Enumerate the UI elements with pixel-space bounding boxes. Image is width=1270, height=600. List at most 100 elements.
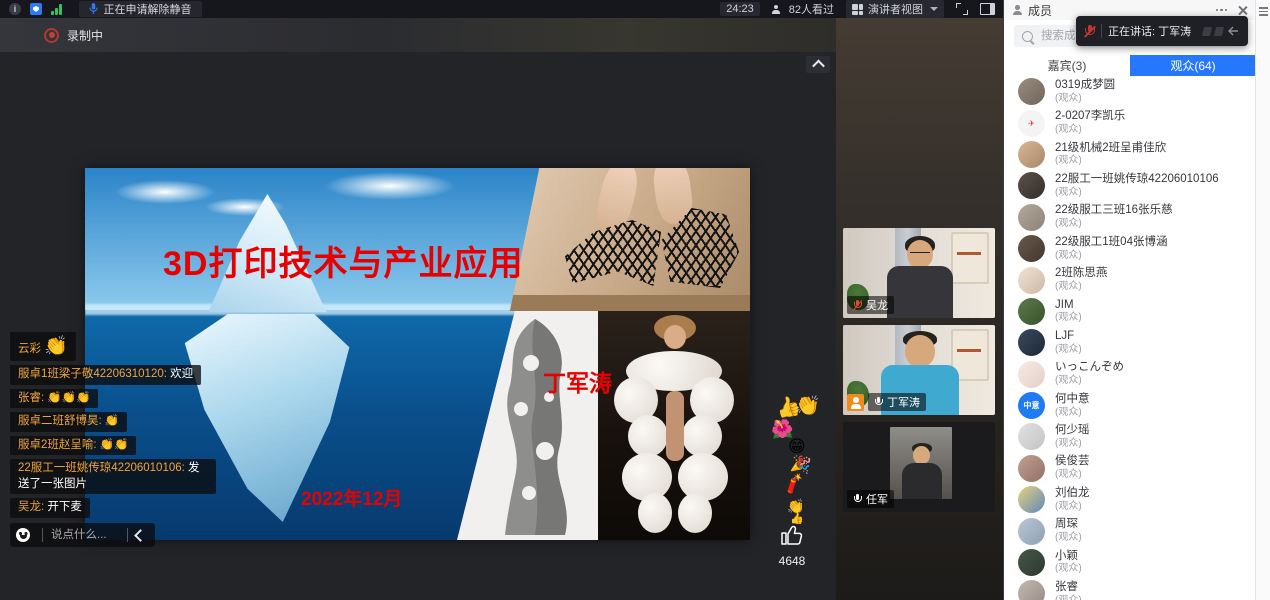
member-role: (观众) <box>1055 469 1090 481</box>
reaction-emoji: 🌺 <box>771 420 793 438</box>
chevron-down-icon <box>930 7 938 11</box>
mic-icon <box>89 3 98 15</box>
member-role: (观众) <box>1055 250 1167 262</box>
divider <box>42 528 43 542</box>
chat-text: 👏👏👏 <box>47 392 90 404</box>
chat-username: 服卓2班赵呈喻: <box>18 439 97 451</box>
participant-name: 丁军涛 <box>887 394 920 410</box>
elapsed-time: 24:23 <box>720 2 760 16</box>
divider <box>127 528 128 542</box>
viewer-count: 82人看过 <box>772 1 834 17</box>
member-name: 刘伯龙 <box>1055 487 1090 501</box>
model-torso <box>666 391 684 461</box>
member-name: 22级服工1班04张博涵 <box>1055 236 1167 250</box>
member-row[interactable]: ✈ 2-0207李凯乐 (观众) <box>1004 107 1256 138</box>
emoji-picker-icon[interactable] <box>16 528 30 542</box>
member-role: (观众) <box>1055 595 1082 600</box>
member-row[interactable]: 侯俊芸 (观众) <box>1004 453 1256 484</box>
member-name: 张睿 <box>1055 581 1082 595</box>
chat-text: 👏 <box>44 336 68 357</box>
member-row[interactable]: 0319成梦圆 (观众) <box>1004 76 1256 107</box>
video-tile-wulong[interactable]: 吴龙 <box>843 228 995 318</box>
thumbs-up-icon[interactable] <box>779 523 805 547</box>
network-signal-icon <box>51 4 62 15</box>
member-name: 何中意 <box>1055 393 1090 407</box>
like-count: 4648 <box>770 554 814 568</box>
video-tile-renjun[interactable]: 任军 <box>843 422 995 512</box>
member-role: (观众) <box>1055 407 1090 419</box>
reaction-shortcut-icon[interactable] <box>1202 27 1212 36</box>
tab-guests[interactable]: 嘉宾(3) <box>1004 55 1130 76</box>
participant-name-tag: 吴龙 <box>847 296 894 314</box>
member-row[interactable]: JIM (观众) <box>1004 296 1256 327</box>
member-row[interactable]: 21级机械2班呈甫佳欣 (观众) <box>1004 139 1256 170</box>
member-row[interactable]: 刘伯龙 (观众) <box>1004 484 1256 515</box>
divider <box>1101 24 1102 38</box>
shield-icon[interactable] <box>30 3 42 15</box>
reply-arrow-icon[interactable] <box>1227 26 1240 37</box>
chat-text: 欢迎 <box>170 368 193 380</box>
search-icon <box>1022 31 1033 42</box>
slide-presenter-name: 丁军涛 <box>543 364 612 398</box>
member-row[interactable]: 2班陈思燕 (观众) <box>1004 264 1256 295</box>
close-icon[interactable] <box>1237 5 1247 15</box>
member-row[interactable]: 22级服工三班16张乐慈 (观众) <box>1004 202 1256 233</box>
collapse-up-button[interactable] <box>806 56 830 73</box>
fullscreen-icon[interactable] <box>956 3 968 15</box>
layout-grid-icon <box>852 4 863 15</box>
chat-username: 服卓1班梁子敬42206310120: <box>18 368 167 380</box>
info-icon[interactable]: i <box>9 3 21 15</box>
member-name: JIM <box>1055 299 1082 313</box>
panel-title: 成员 <box>1028 2 1052 19</box>
side-panel-toggle-icon[interactable] <box>980 3 995 15</box>
participant-name: 任军 <box>866 491 888 507</box>
chat-message: 服卓二班舒博昊: 👏 <box>10 412 127 432</box>
chat-message: 22服工一班姚传琼42206010106: 发送了一张图片 <box>10 459 216 494</box>
member-row[interactable]: 22级服工1班04张博涵 (观众) <box>1004 233 1256 264</box>
video-tile-dingjuntao[interactable]: 丁军涛 <box>843 325 995 415</box>
avatar <box>1018 518 1045 545</box>
member-row[interactable]: 何少瑶 (观众) <box>1004 421 1256 452</box>
member-row[interactable]: 小颖 (观众) <box>1004 547 1256 578</box>
member-role: (观众) <box>1055 344 1082 356</box>
member-row[interactable]: いっこんぞめ (观众) <box>1004 359 1256 390</box>
member-role: (观众) <box>1055 501 1090 513</box>
member-row[interactable]: LJF (观众) <box>1004 327 1256 358</box>
member-row[interactable]: 周琛 (观众) <box>1004 515 1256 546</box>
chat-input[interactable] <box>49 528 121 542</box>
window-titlebar: i 正在申请解除静音 24:23 82人看过 演讲者视图 <box>0 0 1003 18</box>
avatar <box>1018 423 1045 450</box>
chat-message: 吴龙: 开下麦 <box>10 498 90 518</box>
chat-text: 👏 <box>105 415 119 427</box>
view-mode-selector[interactable]: 演讲者视图 <box>846 0 944 18</box>
participant-name-tag: 丁军涛 <box>868 393 926 411</box>
chat-message: 张睿: 👏👏👏 <box>10 389 98 409</box>
chat-input-bar[interactable] <box>10 523 155 547</box>
cloud <box>325 172 455 200</box>
member-list: 0319成梦圆 (观众) ✈ 2-0207李凯乐 (观众) 21级机械2班呈甫佳… <box>1004 76 1256 600</box>
chat-username: 张睿: <box>18 392 44 404</box>
tab-audience[interactable]: 观众(64) <box>1130 55 1256 76</box>
mic-on-icon <box>853 494 862 505</box>
chat-text: 👏👏 <box>100 439 129 451</box>
member-row[interactable]: 中意 何中意 (观众) <box>1004 390 1256 421</box>
more-options-icon[interactable] <box>1216 9 1228 12</box>
hamburger-menu-icon[interactable] <box>1259 7 1268 18</box>
mic-request-banner[interactable]: 正在申请解除静音 <box>79 1 202 17</box>
side-rail <box>1255 0 1270 600</box>
mic-on-icon <box>874 397 883 408</box>
member-role: (观众) <box>1055 93 1115 105</box>
member-role: (观众) <box>1055 312 1082 324</box>
member-name: 2班陈思燕 <box>1055 267 1107 281</box>
avatar <box>1018 267 1045 294</box>
member-row[interactable]: 22服工一班姚传琼42206010106 (观众) <box>1004 170 1256 201</box>
cloud <box>115 180 215 204</box>
member-row[interactable]: 张睿 (观众) <box>1004 578 1256 600</box>
member-role: (观众) <box>1055 438 1090 450</box>
member-role: (观众) <box>1055 124 1125 136</box>
member-name: 22级服工三班16张乐慈 <box>1055 204 1173 218</box>
speaking-toast: 正在讲话: 丁军涛 <box>1076 16 1248 46</box>
chevron-left-icon[interactable] <box>134 529 147 542</box>
reaction-shortcut-icon[interactable] <box>1214 27 1224 36</box>
slide-title: 3D打印技术与产业应用 <box>163 236 713 285</box>
